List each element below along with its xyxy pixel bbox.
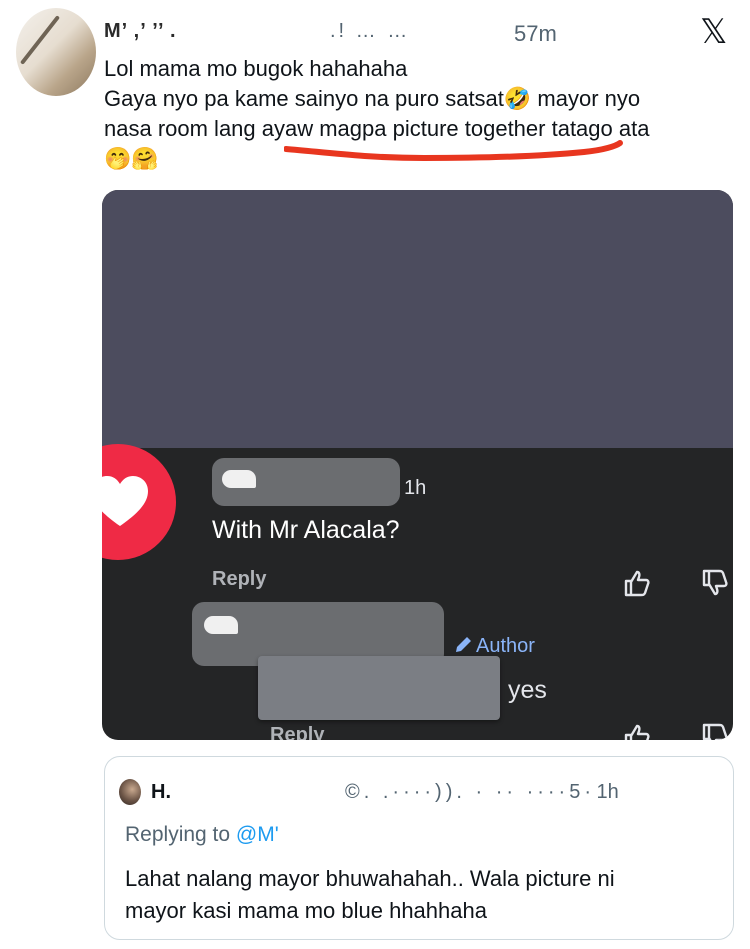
comment-text: With Mr Alacala? — [212, 516, 400, 544]
replying-handle-link[interactable]: @M' — [236, 823, 279, 846]
thumbs-up-icon[interactable] — [622, 568, 652, 598]
avatar[interactable] — [119, 779, 141, 805]
heart-icon — [102, 476, 148, 526]
comment-text: yes — [508, 676, 547, 704]
quoted-reply-card[interactable]: H. ©. .····)). · ·· ····5· 1h Replying t… — [104, 756, 734, 940]
comment-time: 1h — [404, 477, 427, 499]
thumbs-down-icon[interactable] — [700, 722, 730, 740]
reply-line: Lahat nalang mayor bhuwahahah.. Wala pic… — [125, 866, 615, 891]
replying-to: Replying to @M' — [125, 823, 279, 847]
thumbs-down-icon[interactable] — [700, 568, 730, 598]
replying-prefix: Replying to — [125, 823, 236, 846]
heart-reaction — [102, 444, 176, 560]
tweet-line: Lol mama mo bugok hahahaha — [104, 56, 408, 81]
reply-handle: ©. .····)). · ·· ····5 — [345, 781, 585, 803]
redacted-name — [212, 458, 400, 506]
embedded-screenshot[interactable]: 1h With Mr Alacala? Reply Author yes Rep… — [102, 190, 733, 740]
redacted-avatar — [222, 470, 256, 488]
author-handle: .! … … — [330, 20, 411, 42]
reply-link[interactable]: Reply — [212, 568, 266, 591]
avatar[interactable] — [16, 8, 96, 96]
image-placeholder — [102, 190, 733, 448]
author-badge: Author — [454, 634, 535, 658]
post-time: 57m — [514, 21, 557, 46]
red-underline-marker — [284, 140, 623, 162]
pencil-icon — [456, 637, 471, 652]
author-name[interactable]: M’ ,’ ’’ . — [104, 20, 177, 43]
redacted-content — [258, 656, 500, 720]
tweet-line: Gaya nyo pa kame sainyo na puro satsat🤣 … — [104, 86, 641, 111]
reply-line: mayor kasi mama mo blue hhahhaha — [125, 898, 487, 923]
reply-link[interactable]: Reply — [270, 724, 324, 740]
reply-meta: ©. .····)). · ·· ····5· 1h — [345, 781, 619, 804]
reply-time: · 1h — [584, 781, 619, 803]
thumbs-up-icon[interactable] — [622, 722, 652, 740]
x-logo-icon: 𝕏 — [700, 13, 728, 51]
author-badge-label: Author — [476, 635, 535, 657]
redacted-avatar — [204, 616, 238, 634]
reply-author-name[interactable]: H. — [151, 781, 171, 804]
reply-text: Lahat nalang mayor bhuwahahah.. Wala pic… — [125, 863, 715, 927]
